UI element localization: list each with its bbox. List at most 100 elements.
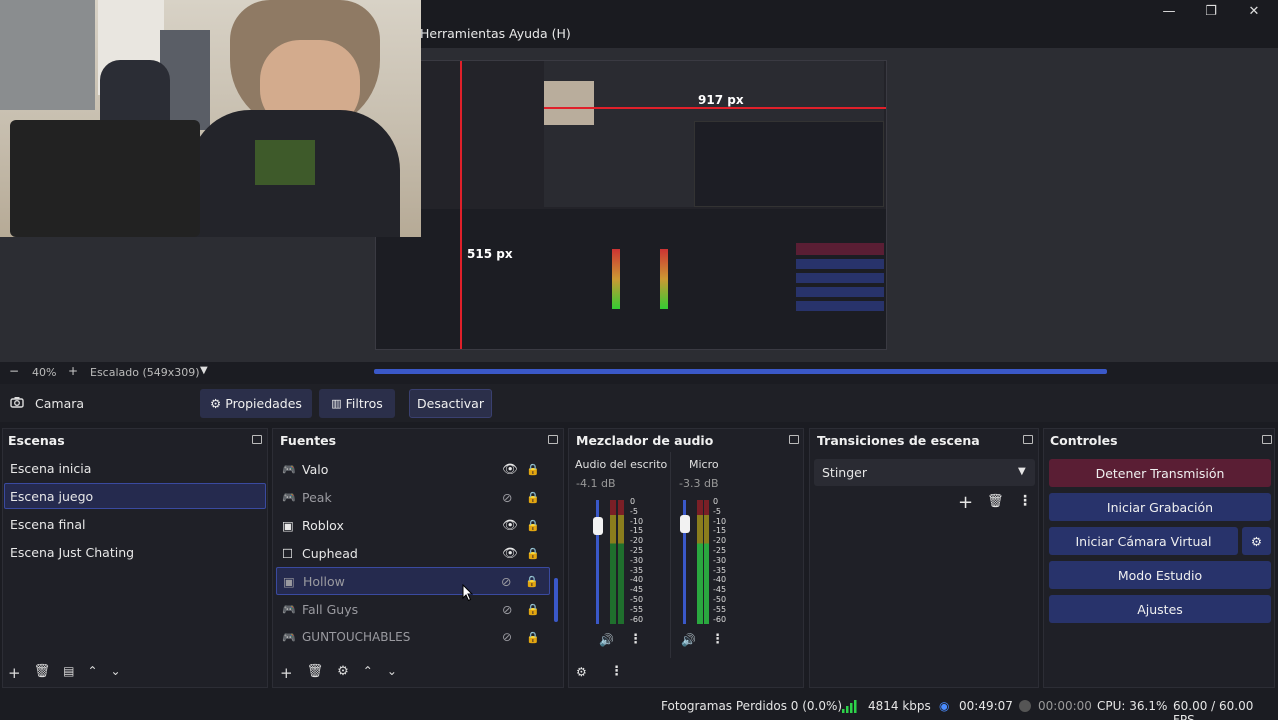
speaker-icon[interactable]: 🔊 [599, 633, 614, 647]
shirt-print [255, 140, 315, 185]
nested-ui [694, 121, 884, 207]
source-label: GUNTOUCHABLES [302, 630, 411, 644]
undock-icon[interactable] [1262, 435, 1272, 444]
volume-slider-handle[interactable] [680, 515, 690, 533]
bitrate: 4814 kbps [868, 699, 931, 713]
channel-menu-icon[interactable]: ⋮ [629, 632, 642, 647]
menu-tools[interactable]: Herramientas [420, 26, 505, 41]
start-recording-button[interactable]: Iniciar Grabación [1049, 493, 1271, 521]
lock-icon[interactable]: 🔒 [526, 491, 550, 504]
move-down-icon[interactable]: ⌄ [111, 664, 121, 682]
source-item[interactable]: 🎮 Peak ⊘ 🔒 [276, 483, 550, 511]
filter-icon[interactable]: ▤ [63, 664, 74, 682]
move-up-icon[interactable]: ⌃ [87, 664, 97, 682]
eye-icon[interactable]: 👁 [502, 545, 526, 561]
source-label: Cuphead [302, 545, 358, 561]
channel-db: -3.3 dB [679, 477, 719, 490]
undock-icon[interactable] [548, 435, 558, 444]
source-item[interactable]: 🎮 Fall Guys ⊘ 🔒 [276, 595, 550, 623]
add-icon[interactable]: + [8, 664, 21, 682]
eye-hidden-icon[interactable]: ⊘ [502, 490, 526, 505]
controls-title: Controles [1050, 433, 1118, 448]
speaker-icon[interactable]: 🔊 [681, 633, 696, 647]
properties-button[interactable]: ⚙ Propiedades [200, 389, 312, 418]
preview-scrollbar[interactable] [374, 369, 1107, 374]
move-up-icon[interactable]: ⌃ [363, 664, 373, 682]
volume-slider-handle[interactable] [593, 517, 603, 535]
scene-item[interactable]: Escena inicia [4, 455, 266, 481]
scene-label: Escena juego [10, 488, 94, 504]
nested-button [796, 287, 884, 297]
chair [10, 120, 200, 237]
audio-meter [610, 500, 616, 624]
source-item[interactable]: 🎮 Valo 👁 🔒 [276, 455, 550, 483]
scaling-dropdown-icon[interactable]: ▼ [200, 365, 208, 376]
nested-preview [544, 61, 884, 207]
eye-hidden-icon[interactable]: ⊘ [502, 630, 526, 644]
eye-icon[interactable]: 👁 [502, 517, 526, 533]
scenes-footer: + 🗑 ▤ ⌃ ⌄ [8, 664, 121, 682]
source-item-selected[interactable]: ▣ Hollow ⊘ 🔒 [276, 567, 550, 595]
source-item[interactable]: ☐ Cuphead 👁 🔒 [276, 539, 550, 567]
restore-button[interactable]: ❐ [1191, 0, 1231, 22]
move-down-icon[interactable]: ⌄ [387, 664, 397, 682]
add-icon[interactable]: + [280, 664, 293, 682]
lock-icon[interactable]: 🔒 [525, 575, 549, 588]
gamepad-icon: 🎮 [282, 602, 296, 616]
sources-scrollbar[interactable] [554, 578, 558, 622]
meter-scale: 0 -5 -10 -15 -20 -25 -30 -35 -40 -45 -50 -55 -60 [630, 497, 644, 624]
zoom-out-button[interactable]: − [9, 364, 19, 378]
gear-icon[interactable]: ⚙ [337, 664, 349, 682]
trash-icon[interactable]: 🗑 [34, 664, 51, 682]
mixer-menu-icon[interactable]: ⋮ [610, 664, 623, 679]
menu-help[interactable]: Ayuda (H) [509, 26, 571, 41]
width-guide-label: 917 px [698, 93, 744, 107]
eye-hidden-icon[interactable]: ⊘ [502, 602, 526, 617]
start-virtual-cam-button[interactable]: Iniciar Cámara Virtual [1049, 527, 1238, 555]
lock-icon[interactable]: 🔒 [526, 463, 550, 476]
scene-item-selected[interactable]: Escena juego [4, 483, 266, 509]
gamepad-icon: 🎮 [282, 462, 296, 476]
trash-icon[interactable]: 🗑 [987, 494, 1004, 509]
scene-label: Escena Just Chating [10, 544, 135, 560]
transition-menu-icon[interactable]: ⋮ [1018, 493, 1032, 509]
eye-icon[interactable]: 👁 [502, 461, 526, 477]
lock-icon[interactable]: 🔒 [526, 519, 550, 532]
lock-icon[interactable]: 🔒 [526, 547, 550, 560]
lock-icon[interactable]: 🔒 [526, 603, 550, 616]
filters-button[interactable]: ▥ Filtros [319, 389, 395, 418]
undock-icon[interactable] [789, 435, 799, 444]
audio-meter [697, 500, 703, 624]
background-shelf [0, 0, 95, 110]
stop-stream-label: Detener Transmisión [1095, 465, 1225, 481]
stop-stream-button[interactable]: Detener Transmisión [1049, 459, 1271, 487]
source-item[interactable]: 🎮 GUNTOUCHABLES ⊘ 🔒 [276, 623, 550, 651]
webcam-feed [0, 0, 421, 237]
studio-mode-button[interactable]: Modo Estudio [1049, 561, 1271, 589]
undock-icon[interactable] [1023, 435, 1033, 444]
minimize-button[interactable]: — [1149, 0, 1189, 22]
undock-icon[interactable] [252, 435, 262, 444]
scene-item[interactable]: Escena Just Chating [4, 539, 266, 565]
zoom-in-button[interactable]: + [68, 364, 78, 378]
channel-menu-icon[interactable]: ⋮ [711, 632, 724, 647]
scene-item[interactable]: Escena final [4, 511, 266, 537]
preview-canvas[interactable]: 917 px 515 px [375, 60, 887, 350]
lock-icon[interactable]: 🔒 [526, 631, 550, 644]
scene-list: Escena inicia Escena juego Escena final … [4, 455, 266, 565]
deactivate-label: Desactivar [417, 396, 484, 411]
add-transition-icon[interactable]: + [958, 492, 973, 513]
signal-icon [841, 698, 857, 717]
trash-icon[interactable]: 🗑 [307, 664, 324, 682]
eye-hidden-icon[interactable]: ⊘ [501, 574, 525, 589]
deactivate-button[interactable]: Desactivar [409, 389, 492, 418]
nested-stop-button [796, 243, 884, 255]
virtual-cam-settings-button[interactable]: ⚙ [1242, 527, 1271, 555]
settings-button[interactable]: Ajustes [1049, 595, 1271, 623]
source-item[interactable]: ▣ Roblox 👁 🔒 [276, 511, 550, 539]
mouse-cursor-icon [462, 584, 474, 602]
advanced-audio-icon[interactable]: ⚙ [576, 665, 587, 679]
close-button[interactable]: ✕ [1234, 0, 1274, 22]
nested-button [796, 301, 884, 311]
transition-select[interactable]: Stinger ▼ [814, 459, 1035, 486]
